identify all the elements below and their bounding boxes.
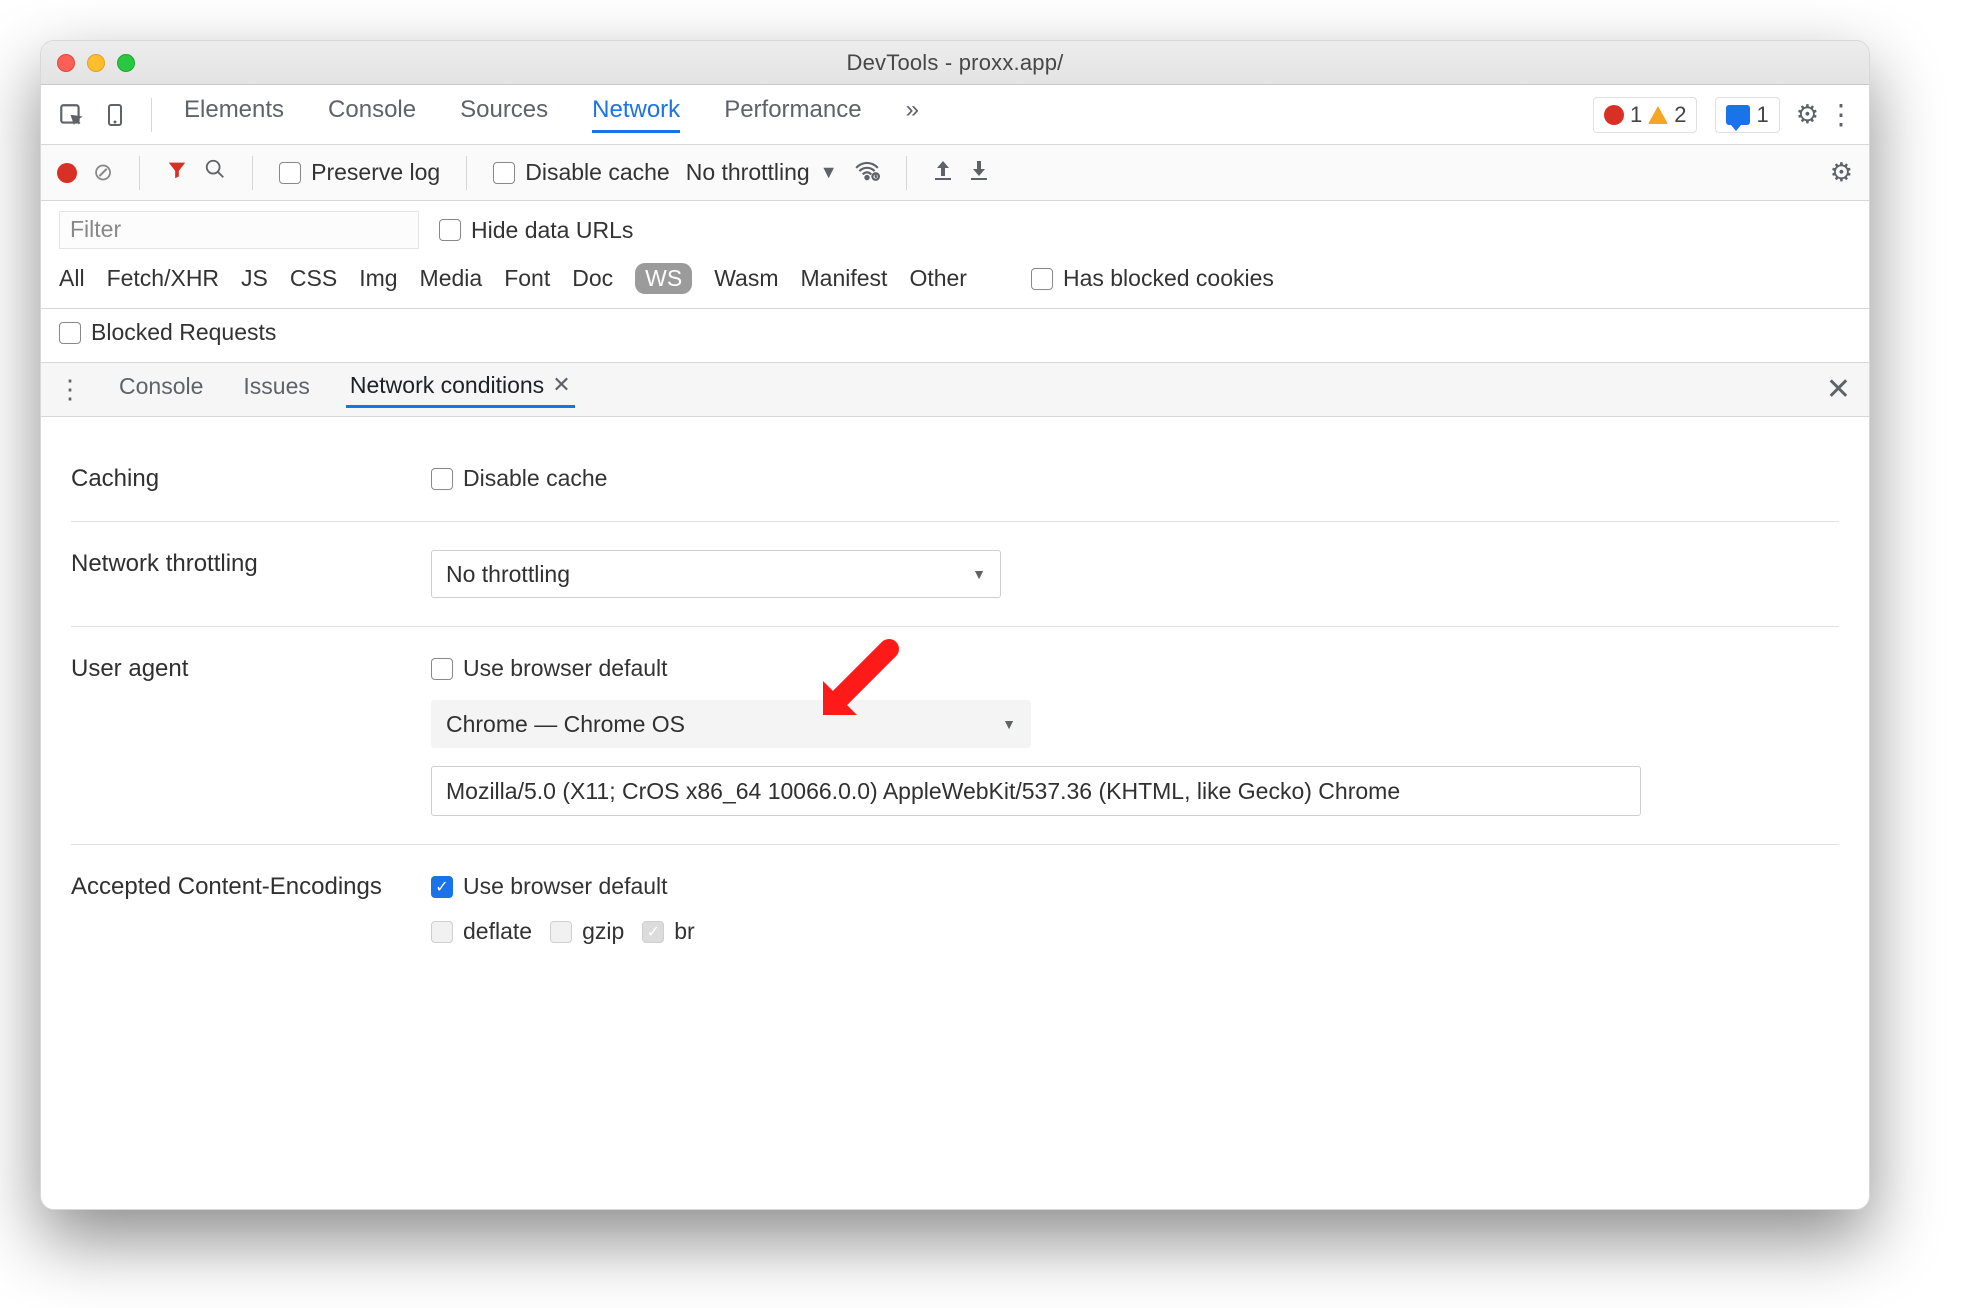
type-manifest[interactable]: Manifest [801, 265, 888, 292]
warning-count: 2 [1674, 102, 1686, 128]
separator [466, 156, 467, 190]
warning-icon [1648, 106, 1668, 124]
devtools-window: DevTools - proxx.app/ Elements Console S… [40, 40, 1870, 1210]
status-counters: 1 2 1 [1585, 97, 1788, 133]
search-icon[interactable] [204, 158, 226, 187]
type-ws[interactable]: WS [635, 263, 692, 294]
download-har-icon[interactable] [969, 159, 989, 187]
clear-icon[interactable]: ⊘ [93, 158, 113, 187]
network-conditions-icon[interactable] [854, 159, 880, 187]
disable-cache-checkbox[interactable]: Disable cache [493, 159, 669, 186]
drawer-tab-issues[interactable]: Issues [239, 373, 313, 406]
separator [139, 156, 140, 190]
user-agent-label: User agent [71, 655, 431, 683]
error-count: 1 [1630, 102, 1642, 128]
drawer-tabbar: ⋮ Console Issues Network conditions ✕ ✕ [41, 363, 1869, 417]
settings-gear-icon[interactable]: ⚙ [1796, 99, 1819, 130]
device-toggle-icon[interactable] [97, 97, 133, 133]
enc-use-default-checkbox[interactable]: ✓Use browser default [431, 873, 1839, 900]
filter-input[interactable]: Filter [59, 211, 419, 249]
chevron-down-icon: ▼ [1002, 716, 1016, 732]
more-menu-icon[interactable]: ⋮ [1827, 98, 1857, 131]
content-encodings-row: Accepted Content-Encodings ✓Use browser … [71, 845, 1839, 973]
chevron-down-icon: ▼ [972, 566, 986, 582]
enc-gzip-checkbox[interactable]: gzip [550, 918, 624, 945]
tab-console[interactable]: Console [328, 96, 416, 133]
enc-br-checkbox[interactable]: ✓br [642, 918, 694, 945]
throttling-label: Network throttling [71, 550, 431, 578]
main-tabbar: Elements Console Sources Network Perform… [41, 85, 1869, 145]
message-icon [1726, 105, 1750, 125]
close-tab-icon[interactable]: ✕ [552, 372, 570, 398]
tab-sources[interactable]: Sources [460, 96, 548, 133]
network-settings-gear-icon[interactable]: ⚙ [1830, 157, 1853, 188]
throttling-row: Network throttling No throttling ▼ [71, 522, 1839, 627]
hide-data-urls-checkbox[interactable]: Hide data URLs [439, 217, 633, 244]
drawer-tab-console[interactable]: Console [115, 373, 207, 406]
content-encodings-label: Accepted Content-Encodings [71, 873, 431, 901]
separator [906, 156, 907, 190]
type-other[interactable]: Other [909, 265, 967, 292]
inspect-element-icon[interactable] [53, 97, 89, 133]
upload-har-icon[interactable] [933, 159, 953, 187]
type-media[interactable]: Media [420, 265, 483, 292]
message-count: 1 [1756, 102, 1768, 128]
messages-badge[interactable]: 1 [1715, 97, 1779, 133]
encoding-options: deflate gzip ✓br [431, 918, 1839, 945]
tabs-overflow[interactable]: » [906, 96, 919, 133]
request-type-filter-row: All Fetch/XHR JS CSS Img Media Font Doc … [41, 259, 1869, 309]
type-fetchxhr[interactable]: Fetch/XHR [107, 265, 219, 292]
conditions-disable-cache-checkbox[interactable]: Disable cache [431, 465, 1839, 492]
filter-icon[interactable] [166, 159, 188, 187]
type-wasm[interactable]: Wasm [714, 265, 778, 292]
error-icon [1604, 105, 1624, 125]
ua-string-input[interactable]: Mozilla/5.0 (X11; CrOS x86_64 10066.0.0)… [431, 766, 1641, 816]
blocked-requests-row: Blocked Requests [41, 309, 1869, 363]
close-drawer-icon[interactable]: ✕ [1826, 372, 1851, 407]
type-js[interactable]: JS [241, 265, 268, 292]
ua-use-default-checkbox[interactable]: Use browser default [431, 655, 1839, 682]
error-warning-badge[interactable]: 1 2 [1593, 97, 1698, 133]
type-all[interactable]: All [59, 265, 85, 292]
user-agent-row: User agent Use browser default Chrome — … [71, 627, 1839, 845]
tab-elements[interactable]: Elements [184, 96, 284, 133]
separator [151, 98, 152, 132]
window-title: DevTools - proxx.app/ [41, 50, 1869, 76]
tab-network[interactable]: Network [592, 96, 680, 133]
type-doc[interactable]: Doc [572, 265, 613, 292]
chevron-down-icon: ▼ [820, 162, 838, 183]
separator [252, 156, 253, 190]
tab-performance[interactable]: Performance [724, 96, 861, 133]
has-blocked-cookies-checkbox[interactable]: Has blocked cookies [1031, 265, 1274, 292]
filter-row: Filter Hide data URLs [41, 201, 1869, 259]
caching-label: Caching [71, 465, 431, 493]
type-img[interactable]: Img [359, 265, 397, 292]
network-toolbar: ⊘ Preserve log Disable cache No throttli… [41, 145, 1869, 201]
drawer-tab-network-conditions[interactable]: Network conditions ✕ [346, 372, 575, 408]
drawer-more-icon[interactable]: ⋮ [57, 374, 83, 405]
record-button[interactable] [57, 163, 77, 183]
throttling-select[interactable]: No throttling ▼ [431, 550, 1001, 598]
panel-tabs: Elements Console Sources Network Perform… [184, 96, 919, 133]
ua-preset-select[interactable]: Chrome — Chrome OS ▼ [431, 700, 1031, 748]
throttling-select[interactable]: No throttling ▼ [686, 159, 838, 186]
preserve-log-checkbox[interactable]: Preserve log [279, 159, 440, 186]
enc-deflate-checkbox[interactable]: deflate [431, 918, 532, 945]
network-conditions-panel: Caching Disable cache Network throttling… [41, 417, 1869, 1209]
blocked-requests-checkbox[interactable]: Blocked Requests [59, 319, 276, 346]
caching-row: Caching Disable cache [71, 437, 1839, 522]
type-font[interactable]: Font [504, 265, 550, 292]
titlebar: DevTools - proxx.app/ [41, 41, 1869, 85]
type-css[interactable]: CSS [290, 265, 337, 292]
